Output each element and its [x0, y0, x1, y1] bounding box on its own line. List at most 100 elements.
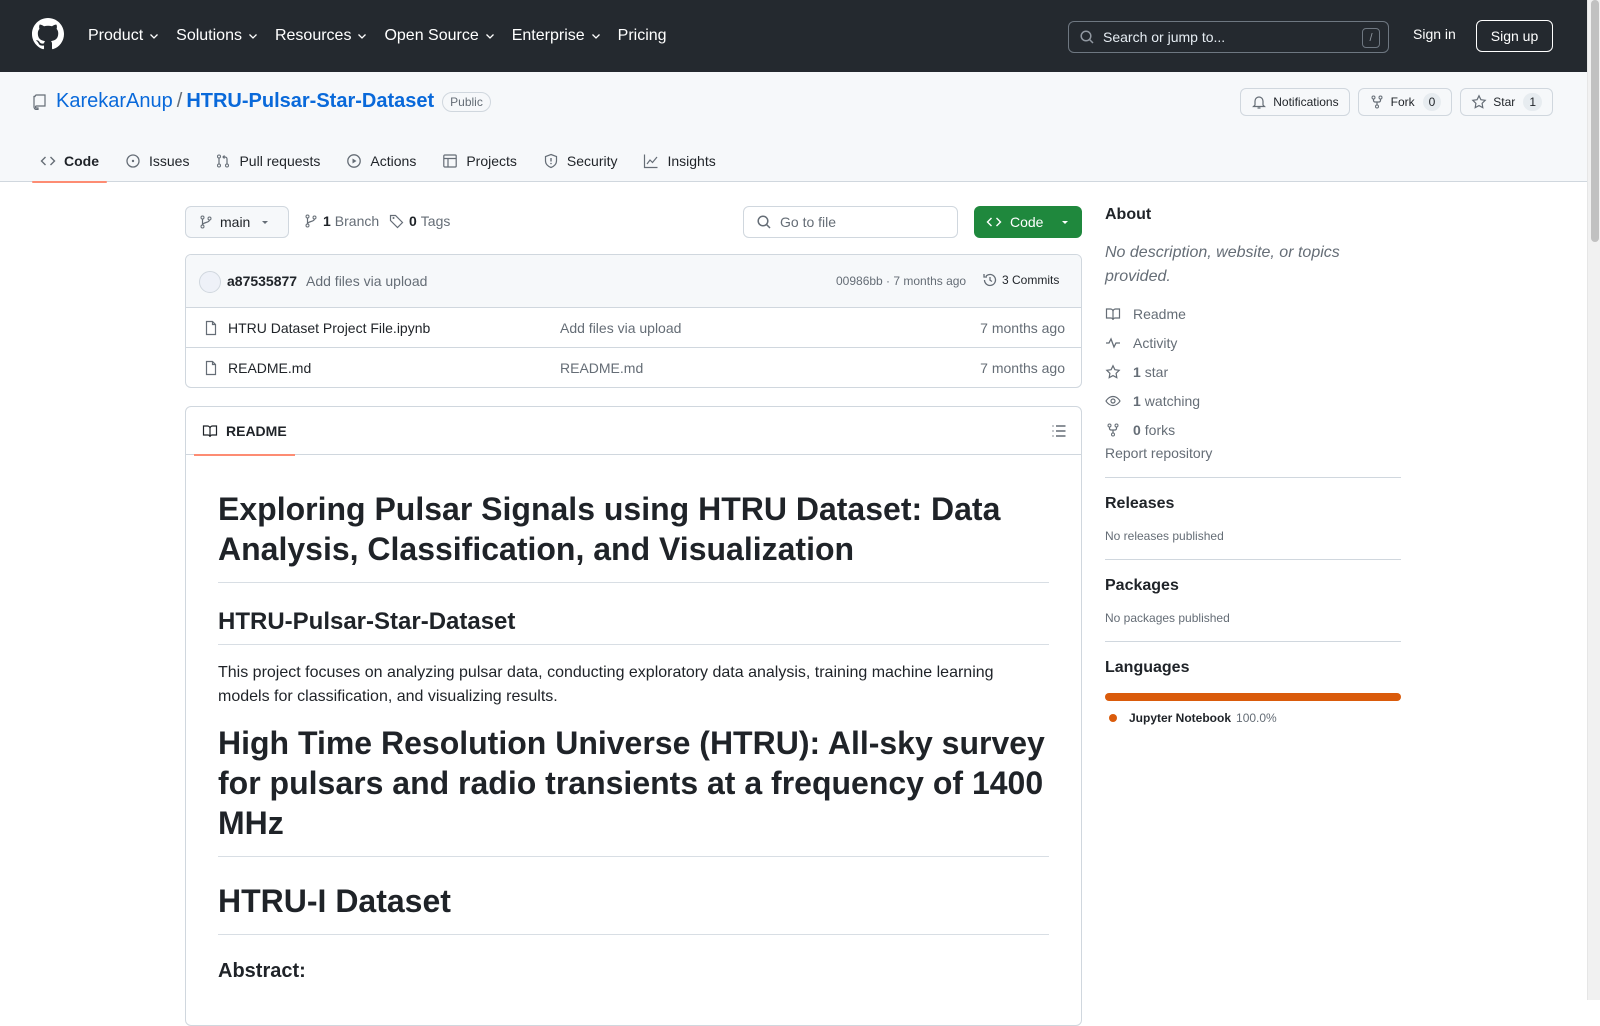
nav-product[interactable]: Product — [88, 22, 160, 50]
tab-label: Projects — [466, 153, 517, 169]
tab-projects[interactable]: Projects — [434, 140, 525, 182]
tab-insights[interactable]: Insights — [635, 140, 723, 182]
languages-heading: Languages — [1105, 659, 1190, 676]
star-icon — [1471, 94, 1487, 109]
tab-issues[interactable]: Issues — [117, 140, 197, 182]
fork-icon — [1107, 423, 1119, 436]
tags-link[interactable]: 0 Tags — [389, 213, 450, 229]
file-name-link[interactable]: README.md — [228, 360, 311, 376]
branch-selector[interactable]: main — [185, 206, 289, 238]
releases-empty-text: No releases published — [1105, 529, 1224, 543]
github-logo-icon[interactable] — [32, 18, 64, 50]
issue-icon — [126, 154, 140, 168]
forks-count: 0 — [1133, 421, 1141, 438]
go-to-file-input[interactable]: Go to file — [743, 206, 958, 238]
repo-sidebar: About No description, website, or topics… — [1105, 206, 1401, 741]
tab-label: Pull requests — [239, 153, 321, 169]
repo-tabs: Code Issues Pull requests Actions Projec… — [32, 140, 734, 183]
repo-owner-link[interactable]: KarekarAnup — [56, 90, 173, 113]
chevron-down-icon — [485, 34, 494, 39]
branch-icon — [200, 215, 212, 229]
fork-button[interactable]: Fork 0 — [1357, 88, 1453, 116]
about-description: No description, website, or topics provi… — [1105, 244, 1340, 285]
nav-enterprise[interactable]: Enterprise — [512, 22, 602, 50]
repo-icon — [33, 93, 46, 110]
star-count: 1 — [1523, 93, 1542, 111]
sign-in-link[interactable]: Sign in — [1413, 26, 1456, 42]
releases-heading[interactable]: Releases — [1105, 495, 1401, 513]
code-icon — [986, 217, 1002, 227]
tab-code[interactable]: Code — [32, 140, 107, 183]
forks-link[interactable]: 0 forks — [1105, 415, 1401, 444]
activity-link[interactable]: Activity — [1105, 328, 1401, 357]
watchers-link[interactable]: 1 watching — [1105, 386, 1401, 415]
tag-count: 0 — [409, 213, 417, 229]
caret-down-icon — [1062, 221, 1068, 224]
commit-sha-time[interactable]: 00986bb · 7 months ago — [836, 274, 966, 288]
languages-section: Languages Jupyter Notebook 100.0% — [1105, 642, 1401, 741]
code-dropdown-button[interactable]: Code — [974, 206, 1082, 238]
tab-pull-requests[interactable]: Pull requests — [207, 140, 328, 182]
tab-actions[interactable]: Actions — [338, 140, 424, 182]
about-heading: About — [1105, 206, 1152, 223]
readme-link[interactable]: Readme — [1105, 299, 1401, 328]
readme-tab[interactable]: README — [194, 407, 295, 456]
branch-count: 1 — [323, 213, 331, 229]
global-search-input[interactable]: Search or jump to... / — [1068, 21, 1389, 53]
readme-heading-1: High Time Resolution Universe (HTRU): Al… — [218, 709, 1049, 857]
nav-solutions[interactable]: Solutions — [176, 22, 259, 50]
avatar[interactable] — [199, 271, 221, 293]
nav-resources[interactable]: Resources — [275, 22, 368, 50]
nav-pricing[interactable]: Pricing — [618, 22, 667, 50]
global-header: Product Solutions Resources Open Source … — [0, 0, 1600, 72]
outline-list-icon[interactable] — [1051, 423, 1067, 439]
nav-open-source[interactable]: Open Source — [384, 22, 495, 50]
stars-count: 1 — [1133, 363, 1141, 380]
table-icon — [443, 154, 458, 168]
language-color-dot — [1109, 714, 1117, 722]
nav-label: Open Source — [384, 27, 479, 44]
file-commit-message[interactable]: README.md — [560, 360, 643, 376]
packages-heading[interactable]: Packages — [1105, 577, 1401, 595]
forks-label: forks — [1144, 421, 1176, 438]
branches-link[interactable]: 1 Branch — [303, 213, 379, 229]
file-commit-message[interactable]: Add files via upload — [560, 320, 681, 336]
commit-author-link[interactable]: a87535877 — [227, 273, 297, 289]
commit-message-link[interactable]: Add files via upload — [306, 273, 427, 289]
book-icon — [1105, 307, 1121, 320]
file-icon — [205, 320, 217, 336]
scrollbar-thumb[interactable] — [1591, 0, 1599, 242]
pulse-icon — [1106, 336, 1120, 349]
readme-header: README — [186, 407, 1081, 456]
tab-label: Issues — [149, 153, 190, 169]
tab-label: Actions — [370, 153, 417, 169]
global-nav: Product Solutions Resources Open Source … — [88, 22, 683, 50]
search-placeholder: Search or jump to... — [1103, 29, 1226, 45]
nav-label: Product — [88, 27, 144, 44]
repo-name-link[interactable]: HTRU-Pulsar-Star-Dataset — [186, 90, 434, 113]
star-button[interactable]: Star 1 — [1460, 88, 1553, 116]
chevron-down-icon — [358, 34, 367, 39]
language-item[interactable]: Jupyter Notebook 100.0% — [1105, 711, 1401, 725]
code-icon — [40, 156, 56, 166]
code-main: main 1 Branch 0 Tags Go to file Code a87… — [185, 206, 1082, 1026]
readme-heading-2: HTRU-Pulsar-Star-Dataset — [218, 583, 1049, 645]
file-name-link[interactable]: HTRU Dataset Project File.ipynb — [228, 320, 430, 336]
tab-security[interactable]: Security — [535, 140, 626, 182]
notifications-button[interactable]: Notifications — [1240, 88, 1350, 116]
branch-name: main — [220, 214, 251, 230]
releases-section: Releases No releases published — [1105, 478, 1401, 560]
file-commit-time: 7 months ago — [980, 360, 1065, 376]
breadcrumb-separator: / — [176, 90, 183, 112]
stars-link[interactable]: 1 star — [1105, 357, 1401, 386]
search-shortcut-hint: / — [1362, 28, 1380, 48]
fork-icon — [1371, 95, 1383, 109]
commits-history-link[interactable]: 3 Commits — [982, 272, 1059, 288]
report-repository-link[interactable]: Report repository — [1105, 445, 1401, 461]
packages-section: Packages No packages published — [1105, 560, 1401, 642]
sign-up-button[interactable]: Sign up — [1476, 20, 1553, 52]
page-scrollbar[interactable] — [1587, 0, 1600, 1000]
shield-icon — [544, 153, 558, 169]
readme-link-label: Readme — [1133, 305, 1186, 322]
packages-empty-text: No packages published — [1105, 611, 1230, 625]
